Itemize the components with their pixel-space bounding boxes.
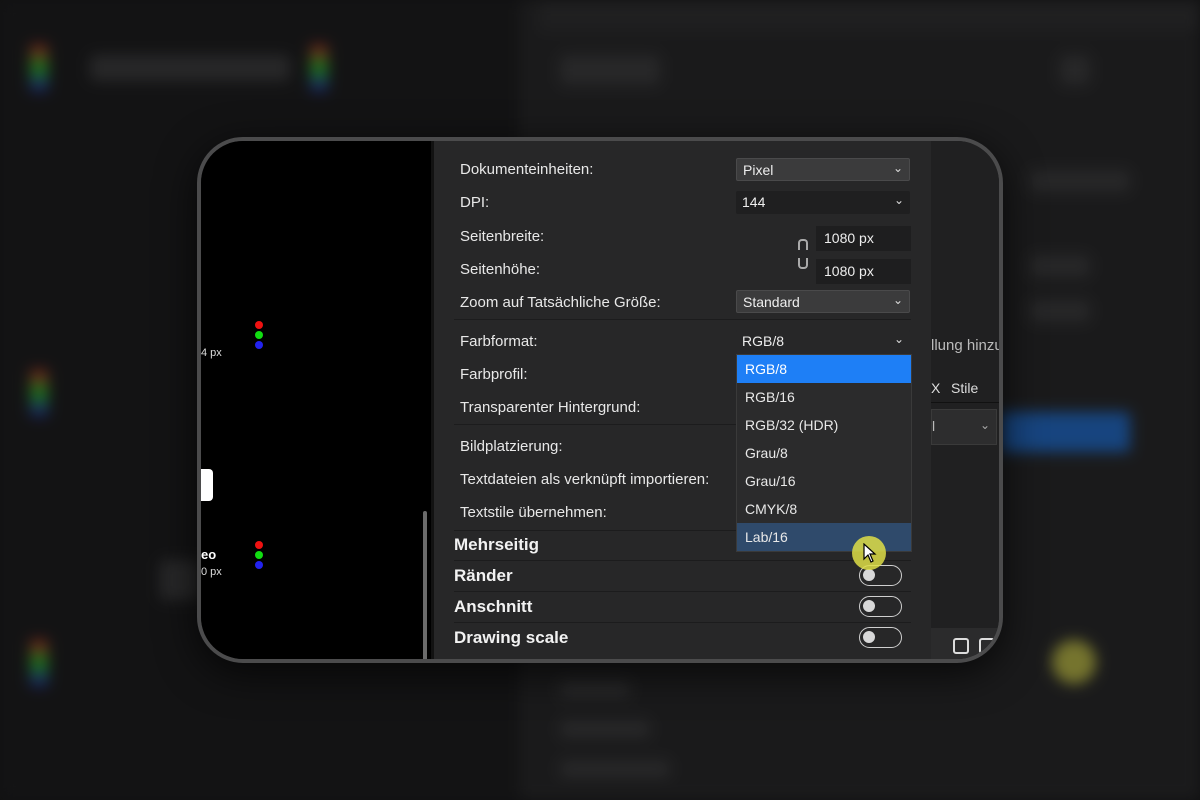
image-placement-label: Bildplatzierung:: [460, 438, 563, 455]
page-height-field[interactable]: 1080 px: [816, 259, 911, 284]
page-height-label: Seitenhöhe:: [460, 261, 541, 278]
add-adjustment-label[interactable]: llung hinzu: [931, 337, 999, 354]
import-linked-label: Textdateien als verknüpft importieren:: [460, 471, 710, 488]
bleed-section-header[interactable]: Anschnitt: [454, 597, 532, 617]
chevron-down-icon: ⌄: [892, 293, 903, 307]
dpi-label: DPI:: [460, 194, 490, 211]
drawing-scale-section-header[interactable]: Drawing scale: [454, 628, 568, 648]
preset-scrollbar[interactable]: [423, 511, 427, 659]
preset-thumbnail[interactable]: [201, 469, 213, 501]
page-width-field[interactable]: 1080 px: [816, 226, 911, 251]
zoomed-screen-frame: 4 px eo 0 px Dokumenteinheiten: Pixel ⌄ …: [197, 137, 1003, 663]
chevron-down-icon: ⌄: [892, 161, 903, 175]
chevron-down-icon: ⌄: [893, 193, 904, 207]
drawing-scale-toggle[interactable]: [859, 627, 902, 648]
dropdown-option[interactable]: RGB/32 (HDR): [737, 411, 911, 439]
rgb-dots-icon: [255, 321, 263, 351]
color-format-select[interactable]: RGB/8 ⌄: [736, 330, 910, 353]
document-units-label: Dokumenteinheiten:: [460, 161, 594, 178]
style-select[interactable]: l ⌄: [931, 409, 997, 445]
tab-styles[interactable]: Stile: [951, 380, 978, 396]
page-width-label: Seitenbreite:: [460, 228, 545, 245]
zoom-label: Zoom auf Tatsächliche Größe:: [460, 294, 661, 311]
dropdown-option[interactable]: Grau/16: [737, 467, 911, 495]
color-profile-label: Farbprofil:: [460, 366, 528, 383]
preset-size-label: 4 px: [201, 347, 222, 359]
rgb-dots-icon: [255, 541, 263, 571]
dropdown-option[interactable]: Grau/8: [737, 439, 911, 467]
bleed-toggle[interactable]: [859, 596, 902, 617]
multipage-section-header[interactable]: Mehrseitig: [454, 535, 539, 555]
zoom-select[interactable]: Standard ⌄: [736, 290, 910, 313]
dpi-select[interactable]: 144 ⌄: [736, 191, 910, 214]
preset-name-label[interactable]: eo: [201, 547, 216, 562]
close-tab-icon[interactable]: X: [931, 380, 940, 396]
text-styles-label: Textstile übernehmen:: [460, 504, 607, 521]
transparent-bg-label: Transparenter Hintergrund:: [460, 399, 641, 416]
chevron-down-icon: ⌄: [893, 332, 904, 346]
dropdown-option[interactable]: RGB/8: [737, 355, 911, 383]
color-format-dropdown: RGB/8 RGB/16 RGB/32 (HDR) Grau/8 Grau/16 CMYK…: [736, 354, 912, 552]
color-format-label: Farbformat:: [460, 333, 538, 350]
preset-size-label: 0 px: [201, 566, 222, 578]
dropdown-option[interactable]: CMYK/8: [737, 495, 911, 523]
margins-section-header[interactable]: Ränder: [454, 566, 513, 586]
document-units-select[interactable]: Pixel ⌄: [736, 158, 910, 181]
link-dimensions-icon[interactable]: [798, 239, 808, 269]
dropdown-option[interactable]: RGB/16: [737, 383, 911, 411]
styles-library-icon[interactable]: [953, 638, 969, 654]
folder-icon[interactable]: [979, 638, 995, 654]
left-preset-pane: 4 px eo 0 px: [201, 141, 431, 659]
adjustments-pane: llung hinzu X Stile l ⌄: [931, 141, 999, 659]
mouse-cursor-icon: [863, 543, 877, 563]
chevron-down-icon: ⌄: [980, 418, 991, 432]
